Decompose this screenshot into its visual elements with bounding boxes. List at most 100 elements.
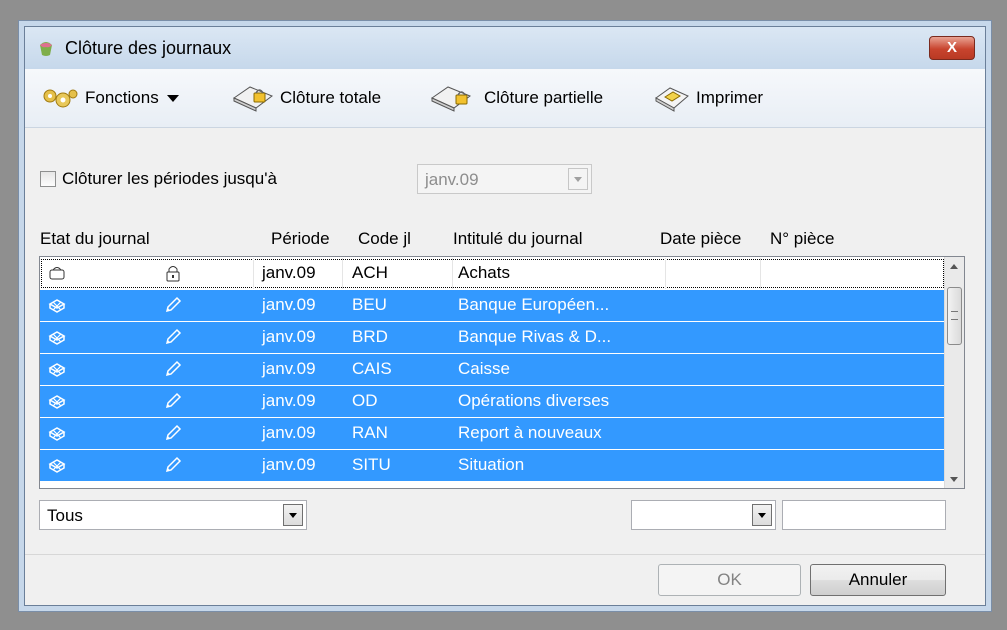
column-separator — [665, 258, 666, 289]
period-cell: janv.09 — [262, 423, 316, 442]
column-separator — [342, 450, 343, 481]
open-journal-icon — [48, 328, 66, 346]
close-periods-checkbox[interactable] — [40, 171, 56, 187]
column-separator — [665, 354, 666, 385]
pencil-icon — [164, 328, 182, 346]
col-header-title[interactable]: Intitulé du journal — [453, 229, 582, 249]
col-header-doc-date[interactable]: Date pièce — [660, 229, 741, 249]
journal-grid[interactable]: janv.09 ACH Achats janv.09 BEU Banque Europée… — [39, 256, 965, 489]
table-row[interactable]: janv.09 RAN Report à nouveaux — [40, 418, 945, 449]
closed-book-lock-icon — [232, 86, 274, 112]
code-cell: SITU — [352, 455, 391, 474]
table-row[interactable]: janv.09 ACH Achats — [40, 258, 945, 289]
column-separator — [253, 354, 254, 385]
close-button[interactable]: X — [929, 36, 975, 60]
pencil-icon — [164, 424, 182, 442]
partial-book-lock-icon — [430, 86, 472, 112]
title-cell: Opérations diverses — [458, 391, 610, 410]
column-separator — [452, 354, 453, 385]
close-partial-button[interactable]: Clôture partielle — [430, 84, 603, 112]
column-separator — [342, 258, 343, 289]
chevron-down-icon — [166, 94, 179, 102]
column-separator — [665, 290, 666, 321]
table-row[interactable]: janv.09 BRD Banque Rivas & D... — [40, 322, 945, 353]
column-separator — [342, 386, 343, 417]
column-separator — [342, 354, 343, 385]
column-separator — [760, 354, 761, 385]
pencil-icon — [164, 392, 182, 410]
close-icon: X — [946, 39, 957, 56]
column-separator — [253, 258, 254, 289]
table-row[interactable]: janv.09 CAIS Caisse — [40, 354, 945, 385]
functions-label: Fonctions — [85, 88, 159, 107]
column-separator — [253, 322, 254, 353]
column-separator — [760, 418, 761, 449]
title-cell: Report à nouveaux — [458, 423, 602, 442]
print-button[interactable]: Imprimer — [654, 84, 763, 112]
col-header-code[interactable]: Code jl — [358, 229, 411, 249]
open-journal-icon — [48, 360, 66, 378]
doc-num-filter-input[interactable] — [782, 500, 946, 530]
column-separator — [760, 450, 761, 481]
column-separator — [760, 386, 761, 417]
code-cell: BRD — [352, 327, 388, 346]
app-icon — [40, 42, 52, 56]
padlock-icon — [164, 264, 182, 282]
period-select-dropdown-button[interactable] — [568, 168, 588, 190]
column-separator — [665, 322, 666, 353]
scroll-up-arrow-icon[interactable] — [945, 257, 964, 275]
period-cell: janv.09 — [262, 263, 316, 282]
col-header-period[interactable]: Période — [271, 229, 330, 249]
cancel-button[interactable]: Annuler — [810, 564, 946, 596]
open-journal-icon — [48, 424, 66, 442]
scroll-thumb[interactable] — [947, 287, 962, 345]
column-separator — [665, 450, 666, 481]
column-separator — [452, 450, 453, 481]
state-filter-dropdown-button[interactable] — [283, 504, 303, 526]
column-separator — [452, 322, 453, 353]
column-separator — [760, 290, 761, 321]
column-separator — [253, 418, 254, 449]
period-cell: janv.09 — [262, 295, 316, 314]
column-separator — [760, 258, 761, 289]
period-cell: janv.09 — [262, 391, 316, 410]
title-cell: Situation — [458, 455, 525, 474]
table-row[interactable]: janv.09 OD Opérations diverses — [40, 386, 945, 417]
closed-journal-icon — [48, 264, 66, 282]
code-cell: ACH — [352, 263, 388, 282]
table-row[interactable]: janv.09 BEU Banque Européen... — [40, 290, 945, 321]
grid-column-headers: Etat du journal Période Code jl Intitulé… — [25, 229, 985, 253]
code-cell: RAN — [352, 423, 388, 442]
period-select-value: janv.09 — [425, 170, 479, 189]
close-total-button[interactable]: Clôture totale — [232, 84, 381, 112]
vertical-scrollbar[interactable] — [944, 257, 964, 488]
close-total-label: Clôture totale — [280, 88, 382, 107]
col-header-state[interactable]: Etat du journal — [40, 229, 150, 249]
column-separator — [452, 290, 453, 321]
period-cell: janv.09 — [262, 359, 316, 378]
period-select[interactable]: janv.09 — [417, 164, 592, 194]
close-partial-label: Clôture partielle — [484, 88, 604, 107]
date-filter-dropdown-button[interactable] — [752, 504, 772, 526]
date-filter-select[interactable] — [631, 500, 776, 530]
close-periods-label: Clôturer les périodes jusqu'à — [62, 169, 277, 188]
col-header-doc-num[interactable]: N° pièce — [770, 229, 834, 249]
functions-menu-button[interactable]: Fonctions — [41, 84, 179, 112]
footer-divider — [25, 554, 985, 555]
scroll-down-arrow-icon[interactable] — [945, 470, 964, 488]
column-separator — [253, 386, 254, 417]
state-filter-select[interactable]: Tous — [39, 500, 307, 530]
table-row[interactable]: janv.09 SITU Situation — [40, 450, 945, 481]
column-separator — [342, 418, 343, 449]
pencil-icon — [164, 456, 182, 474]
ok-button[interactable]: OK — [658, 564, 801, 596]
column-separator — [452, 258, 453, 289]
close-periods-row: Clôturer les périodes jusqu'à — [40, 169, 277, 189]
title-cell: Achats — [458, 263, 510, 282]
code-cell: OD — [352, 391, 378, 410]
toolbar: Fonctions Clôture totale Clôture partiel… — [25, 69, 985, 128]
column-separator — [452, 418, 453, 449]
state-filter-value: Tous — [47, 506, 83, 525]
dialog-window: Clôture des journaux X Fonctions Clôture… — [24, 26, 986, 606]
period-cell: janv.09 — [262, 455, 316, 474]
